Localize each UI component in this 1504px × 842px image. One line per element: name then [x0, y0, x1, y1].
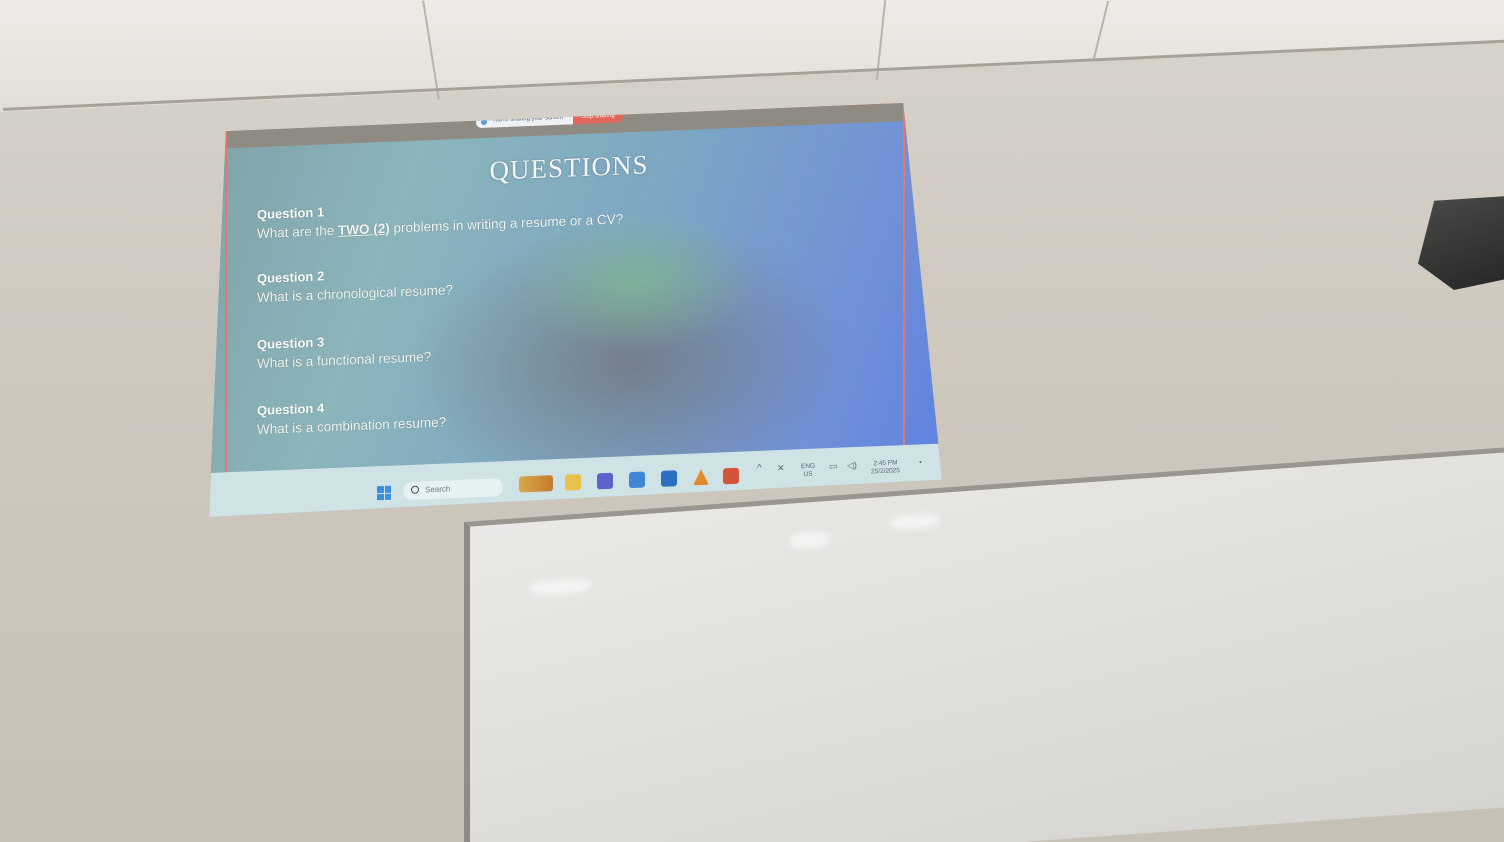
- stop-sharing-button[interactable]: Stop sharing: [572, 110, 623, 125]
- start-icon[interactable]: [377, 485, 391, 501]
- chevron-up-icon[interactable]: ^: [757, 463, 762, 474]
- mute-icon[interactable]: ✕: [777, 463, 785, 473]
- file-explorer-icon[interactable]: [565, 474, 581, 491]
- photos-icon[interactable]: [629, 471, 645, 489]
- clock[interactable]: 2:45 PM 25/2/2025: [871, 459, 900, 476]
- presentation-slide: QUESTIONS Question 1 What are the TWO (2…: [209, 119, 942, 479]
- question-3: Question 3 What is a functional resume?: [257, 330, 431, 371]
- whiteboard-smudge: [530, 577, 590, 597]
- question-heading: Question 3: [257, 334, 325, 353]
- corner-label: TAO: [255, 110, 279, 124]
- classroom-photo: TAO You're sharing your screen Stop shar…: [0, 0, 1504, 842]
- region-code: US: [803, 470, 813, 479]
- projected-screen: TAO You're sharing your screen Stop shar…: [209, 103, 942, 517]
- search-input[interactable]: Search: [403, 478, 503, 501]
- network-icon[interactable]: ▭: [829, 461, 838, 471]
- question-2: Question 2 What is a chronological resum…: [257, 263, 453, 305]
- volume-icon[interactable]: ◁): [847, 460, 857, 470]
- widgets-icon[interactable]: [519, 475, 553, 493]
- question-text-part: What are the: [257, 222, 339, 242]
- question-4: Question 4 What is a combination resume?: [257, 395, 446, 437]
- language-indicator[interactable]: ENG US: [801, 463, 815, 480]
- screen-share-toolbar: You're sharing your screen Stop sharing: [476, 110, 623, 129]
- vlc-icon[interactable]: [693, 469, 709, 486]
- ceiling: [0, 0, 1504, 112]
- notification-icon[interactable]: ◔: [917, 457, 922, 467]
- outlook-icon[interactable]: [661, 470, 677, 487]
- sharing-status: You're sharing your screen: [476, 112, 573, 129]
- powerpoint-icon[interactable]: [723, 467, 739, 485]
- search-placeholder: Search: [425, 484, 451, 495]
- question-text: What is a functional resume?: [257, 349, 432, 372]
- question-text: What is a chronological resume?: [257, 282, 453, 306]
- clock-date: 25/2/2025: [871, 467, 900, 476]
- whiteboard: [464, 446, 1504, 842]
- question-emphasis: TWO (2): [338, 220, 390, 238]
- whiteboard-smudge: [890, 512, 940, 531]
- question-text: What is a combination resume?: [257, 414, 447, 438]
- search-icon: [411, 485, 419, 494]
- wall-speaker: [1418, 196, 1504, 290]
- whiteboard-smudge: [790, 530, 830, 550]
- question-1: Question 1 What are the TWO (2) problems…: [257, 192, 623, 241]
- slide-title: QUESTIONS: [489, 149, 649, 186]
- teams-icon[interactable]: [597, 472, 613, 490]
